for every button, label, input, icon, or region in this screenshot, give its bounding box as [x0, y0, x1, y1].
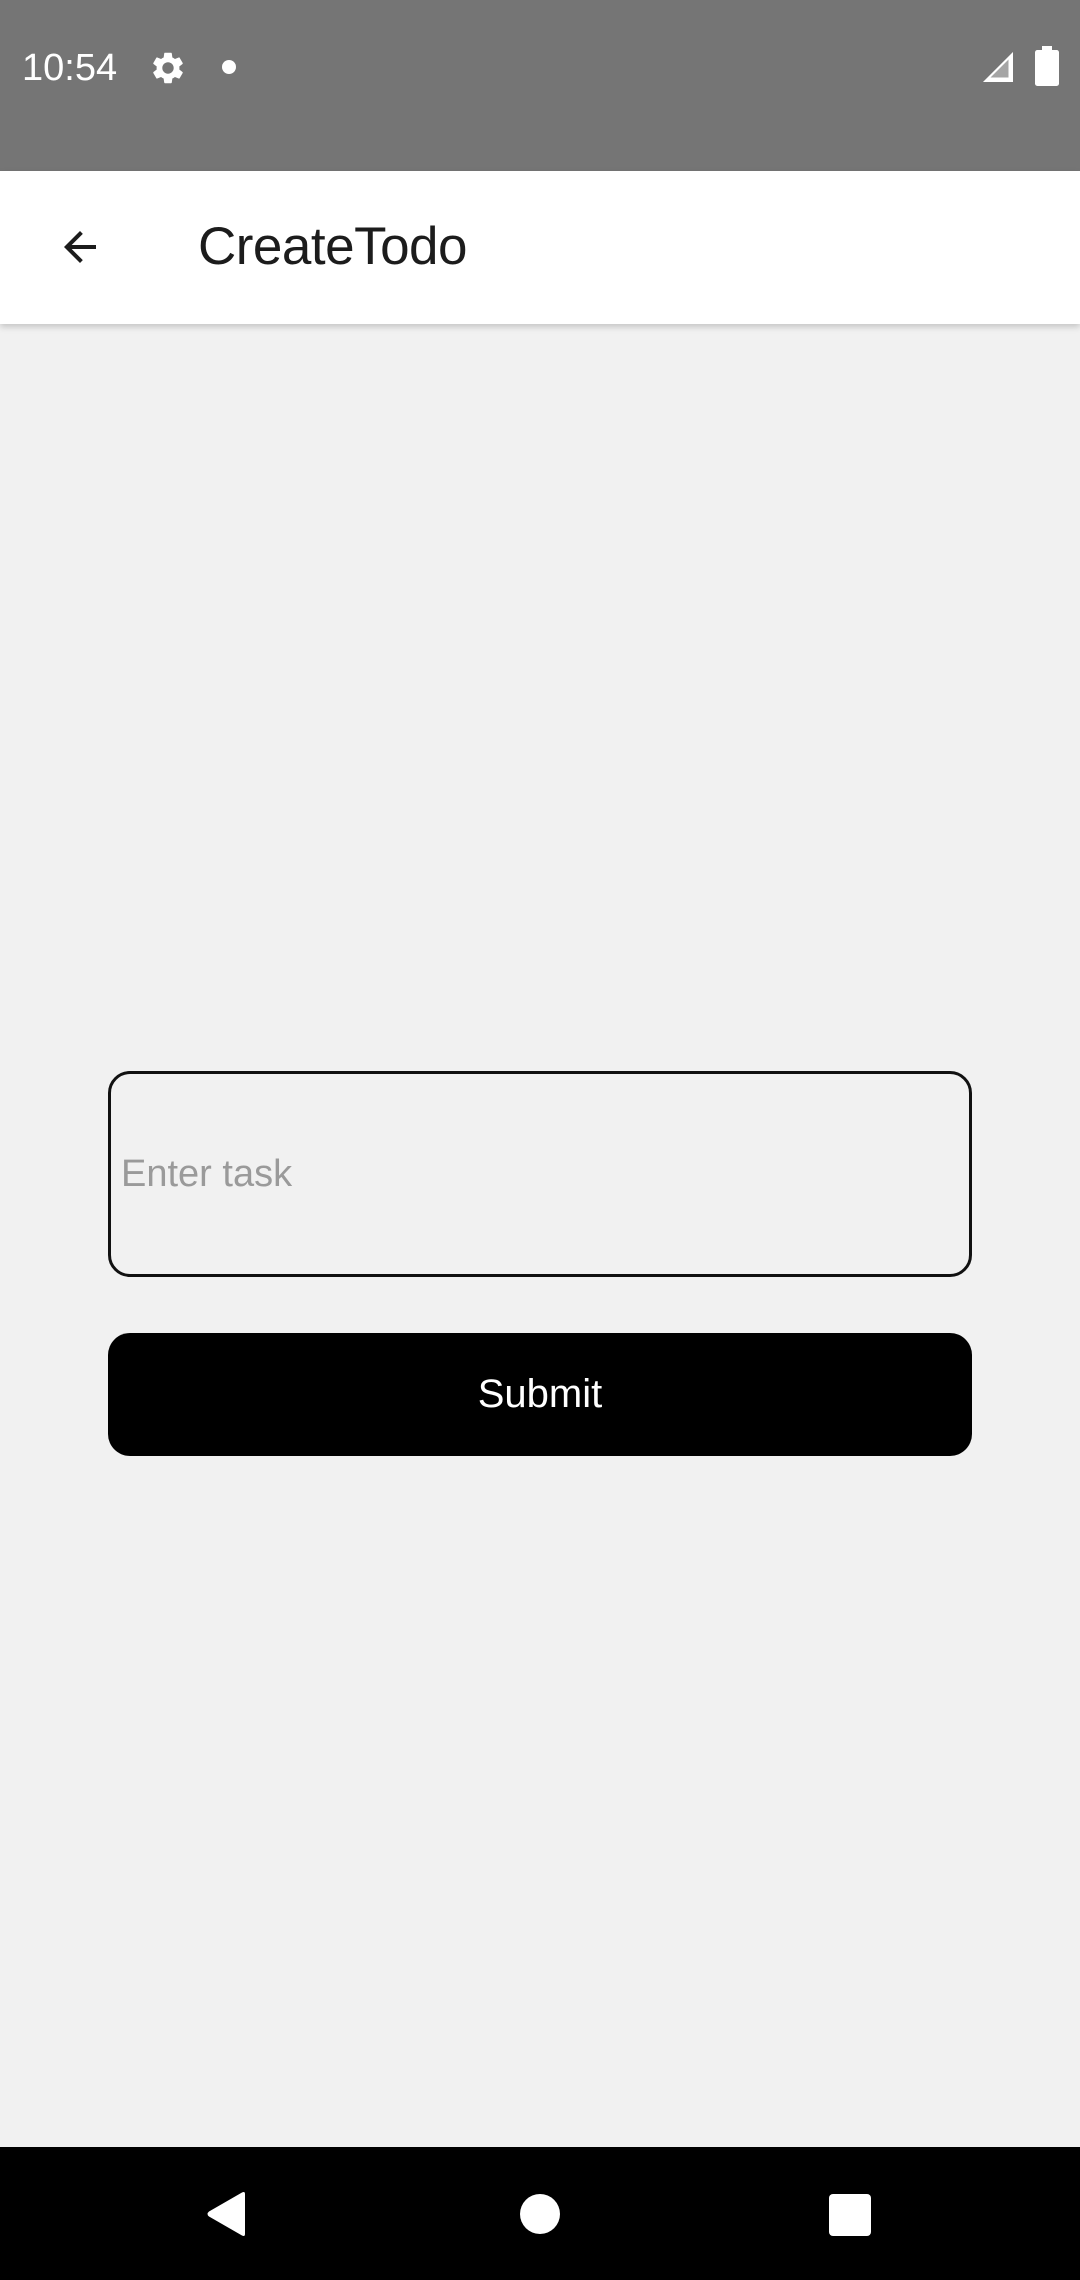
arrow-back-icon — [64, 231, 96, 263]
nav-home-icon[interactable] — [520, 2194, 560, 2234]
page-title: CreateTodo — [198, 217, 468, 276]
app-bar: CreateTodo — [0, 171, 1080, 324]
status-bar: 10:54 — [0, 0, 1080, 171]
status-time: 10:54 — [22, 47, 118, 89]
battery-icon — [1035, 46, 1059, 86]
nav-back-icon[interactable] — [205, 2191, 249, 2237]
navigation-bar — [0, 2147, 1080, 2280]
cell-signal-icon — [983, 52, 1013, 82]
task-input[interactable] — [108, 1071, 972, 1277]
submit-button[interactable]: Submit — [108, 1333, 972, 1456]
settings-gear-icon — [153, 52, 183, 84]
nav-recents-icon[interactable] — [829, 2194, 871, 2236]
notification-dot-icon — [222, 60, 236, 74]
back-button[interactable] — [40, 207, 120, 287]
